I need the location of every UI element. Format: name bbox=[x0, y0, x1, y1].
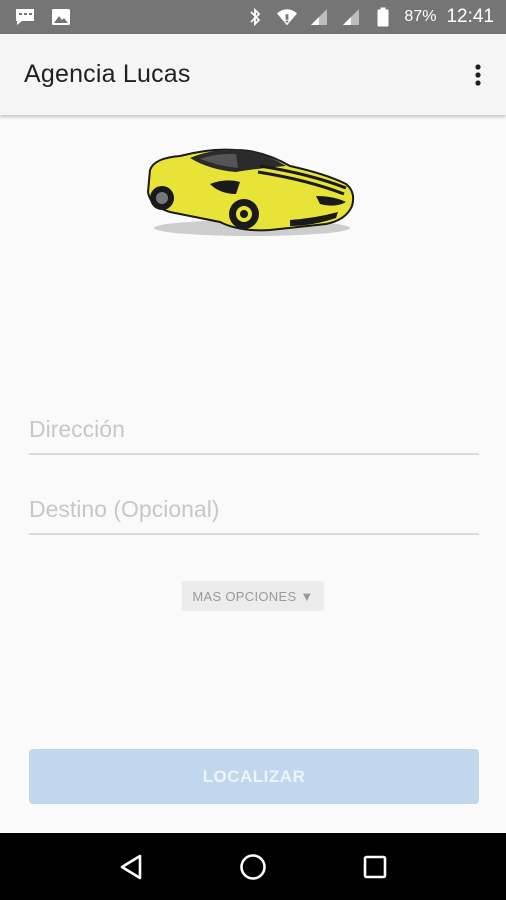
locate-button[interactable]: LOCALIZAR bbox=[29, 749, 479, 804]
signal-icon bbox=[340, 7, 362, 27]
home-icon bbox=[240, 853, 266, 880]
message-icon bbox=[14, 7, 36, 27]
app-bar: Agencia Lucas bbox=[0, 34, 506, 115]
more-options-label: MAS OPCIONES bbox=[192, 588, 297, 604]
overflow-menu-button[interactable] bbox=[454, 51, 502, 99]
address-input[interactable] bbox=[29, 405, 479, 455]
navigation-bar bbox=[0, 833, 506, 900]
back-button[interactable] bbox=[107, 843, 155, 891]
clock: 12:41 bbox=[446, 6, 494, 27]
image-icon bbox=[50, 7, 72, 27]
back-icon bbox=[120, 854, 142, 879]
more-options-button[interactable]: MAS OPCIONES ▼ bbox=[182, 581, 324, 611]
more-vert-icon bbox=[475, 63, 481, 86]
bluetooth-icon bbox=[244, 7, 266, 27]
chevron-down-icon: ▼ bbox=[300, 588, 314, 604]
signal-icon bbox=[308, 7, 330, 27]
wifi-icon bbox=[276, 7, 298, 27]
destination-input[interactable] bbox=[29, 485, 479, 535]
status-right: 87% 12:41 bbox=[244, 6, 506, 28]
recents-icon bbox=[363, 855, 387, 878]
app-title: Agencia Lucas bbox=[24, 60, 191, 88]
status-bar: 87% 12:41 bbox=[0, 0, 506, 34]
car-logo bbox=[140, 140, 362, 240]
home-button[interactable] bbox=[229, 843, 277, 891]
battery-icon bbox=[372, 7, 394, 27]
status-left bbox=[0, 7, 72, 27]
battery-percentage: 87% bbox=[404, 8, 437, 25]
recents-button[interactable] bbox=[351, 843, 399, 891]
